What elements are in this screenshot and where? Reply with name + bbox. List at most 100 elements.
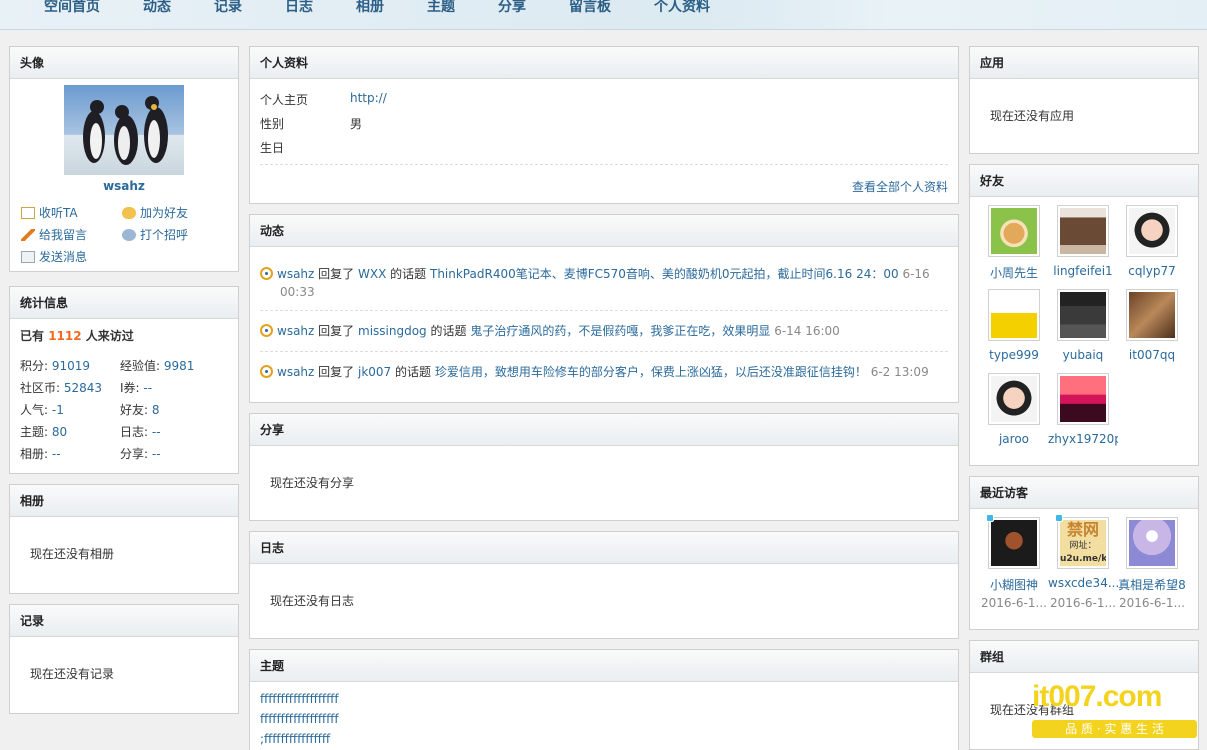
visitor-avatar[interactable] <box>1126 517 1178 569</box>
feed-divider <box>260 351 948 352</box>
friend-name[interactable]: it007qq <box>1117 348 1187 362</box>
ad-title: 禁网 <box>1066 520 1099 539</box>
stat-vouchers: I券: -- <box>120 381 153 395</box>
feed-reply-icon <box>260 267 273 280</box>
leave-message-button[interactable]: 给我留言 <box>21 226 87 243</box>
online-indicator-icon <box>986 514 994 522</box>
thread-link[interactable]: fffffffffffffffffff <box>260 692 339 706</box>
friend-name[interactable]: yubaiq <box>1048 348 1118 362</box>
feed-target-link[interactable]: WXX <box>358 267 386 281</box>
feed-target-link[interactable]: missingdog <box>358 324 427 338</box>
album-box: 相册 现在还没有相册 <box>9 484 239 594</box>
send-message-button[interactable]: 发送消息 <box>21 248 87 265</box>
visitor-name[interactable]: 小糊图神 <box>979 576 1049 593</box>
blog-box-title: 日志 <box>250 532 958 564</box>
feed-box-title: 动态 <box>250 215 958 247</box>
greet-label: 打个招呼 <box>140 228 189 242</box>
visit-count-line: 已有 1112 人来访过 <box>20 327 134 344</box>
visitor-date: 2016-6-1... <box>981 596 1047 610</box>
visitor-name[interactable]: wsxcde34... <box>1048 576 1118 590</box>
visitor-avatar[interactable] <box>988 517 1040 569</box>
profile-birthday-label: 生日 <box>260 141 285 155</box>
profile-box-title: 个人资料 <box>250 47 958 79</box>
feed-user-link[interactable]: wsahz <box>277 365 314 379</box>
stat-experience: 经验值: 9981 <box>120 359 195 373</box>
friend-avatar[interactable] <box>988 373 1040 425</box>
watermark-slogan: 品 质 · 实 惠 生 活 <box>1032 720 1197 738</box>
stat-popularity: 人气: -1 <box>20 403 64 417</box>
feed-user-link[interactable]: wsahz <box>277 324 314 338</box>
watermark-text: it007.com <box>1032 680 1162 713</box>
feed-item: wsahz 回复了 missingdog 的话题 鬼子治疗通风的药，不是假药嘎，… <box>260 322 950 339</box>
avatar[interactable] <box>64 85 184 175</box>
nav-album[interactable]: 相册 <box>356 0 384 16</box>
friend-avatar[interactable] <box>988 289 1040 341</box>
feed-topic-link[interactable]: 鬼子治疗通风的药，不是假药嘎，我爹正在吃，效果明显 <box>470 324 770 338</box>
visitor-avatar[interactable]: 禁网 网址： u2u.me/k <box>1057 517 1109 569</box>
album-box-title: 相册 <box>10 485 238 517</box>
add-friend-label: 加为好友 <box>140 206 189 220</box>
friend-avatar[interactable] <box>1126 289 1178 341</box>
visits-prefix: 已有 <box>20 329 45 343</box>
visitors-box: 最近访客 小糊图神 2016-6-1... 禁网 网址： u2u.me/k ws… <box>969 476 1199 630</box>
handshake-icon <box>122 207 136 219</box>
leave-message-label: 给我留言 <box>39 228 88 242</box>
stats-box: 统计信息 已有 1112 人来访过 积分: 91019 经验值: 9981 社区… <box>9 286 239 474</box>
feed-item: wsahz 回复了 jk007 的话题 珍爱信用，致想用车险修车的部分客户，保费… <box>260 363 950 380</box>
nav-thread[interactable]: 主题 <box>427 0 455 16</box>
friend-name[interactable]: jaroo <box>979 432 1049 446</box>
visitor-name[interactable]: 真相是希望8 <box>1117 576 1187 593</box>
thread-link[interactable]: fffffffffffffffffff <box>260 712 339 726</box>
friend-name[interactable]: lingfeifei1 <box>1048 264 1118 278</box>
friend-avatar[interactable] <box>988 205 1040 257</box>
send-message-label: 发送消息 <box>39 250 88 264</box>
apps-box-title: 应用 <box>970 47 1198 79</box>
visits-count: 1112 <box>48 329 82 343</box>
greet-button[interactable]: 打个招呼 <box>122 226 188 243</box>
visits-suffix: 人来访过 <box>85 329 134 343</box>
nav-guestbook[interactable]: 留言板 <box>569 0 611 16</box>
feed-divider <box>260 310 948 311</box>
username[interactable]: wsahz <box>10 179 238 193</box>
feed-topic-link[interactable]: ThinkPadR400笔记本、麦博FC570音响、美的酸奶机0元起拍，截止时间… <box>430 267 899 281</box>
friend-avatar[interactable] <box>1126 205 1178 257</box>
avatar-box: 头像 wsahz 收听TA 加为好友 给我留言 打个招呼 发送消息 <box>9 46 239 272</box>
top-navigation: 空间首页 动态 记录 日志 相册 主题 分享 留言板 个人资料 <box>0 0 1207 30</box>
feed-target-link[interactable]: jk007 <box>358 365 391 379</box>
view-full-profile-link[interactable]: 查看全部个人资料 <box>852 178 948 195</box>
nav-space-home[interactable]: 空间首页 <box>44 0 100 16</box>
stat-albums: 相册: -- <box>20 447 61 461</box>
friend-avatar[interactable] <box>1057 373 1109 425</box>
friend-name[interactable]: type999 <box>979 348 1049 362</box>
friend-name[interactable]: zhyx19720p <box>1048 432 1118 446</box>
share-empty-text: 现在还没有分享 <box>270 476 355 490</box>
feed-user-link[interactable]: wsahz <box>277 267 314 281</box>
feed-box: 动态 wsahz 回复了 WXX 的话题 ThinkPadR400笔记本、麦博F… <box>249 214 959 403</box>
friend-name[interactable]: cqlyp77 <box>1117 264 1187 278</box>
apps-box: 应用 现在还没有应用 <box>969 46 1199 154</box>
add-friend-button[interactable]: 加为好友 <box>122 204 188 221</box>
feed-reply-icon <box>260 324 273 337</box>
feed-time: 6-14 16:00 <box>774 324 840 338</box>
friend-avatar[interactable] <box>1057 289 1109 341</box>
friend-name[interactable]: 小周先生 <box>979 264 1049 281</box>
stat-points: 积分: 91019 <box>20 359 91 373</box>
stat-coins: 社区币: 52843 <box>20 381 103 395</box>
profile-homepage-label: 个人主页 <box>260 93 309 107</box>
nav-profile[interactable]: 个人资料 <box>654 0 710 16</box>
nav-share[interactable]: 分享 <box>498 0 526 16</box>
nav-blog[interactable]: 日志 <box>285 0 313 16</box>
nav-record[interactable]: 记录 <box>214 0 242 16</box>
profile-homepage-link[interactable]: http:// <box>350 91 387 105</box>
follow-button[interactable]: 收听TA <box>21 204 78 221</box>
friend-avatar[interactable] <box>1057 205 1109 257</box>
nav-feed[interactable]: 动态 <box>143 0 171 16</box>
envelope-icon <box>21 251 35 263</box>
header-cloud-decoration <box>687 0 1207 29</box>
album-empty-text: 现在还没有相册 <box>30 547 115 561</box>
apps-empty-text: 现在还没有应用 <box>990 109 1075 123</box>
thread-link[interactable]: ;ffffffffffffffff <box>260 732 330 746</box>
site-watermark-logo: it007.com 品 质 · 实 惠 生 活 <box>1032 680 1202 742</box>
feed-topic-link[interactable]: 珍爱信用，致想用车险修车的部分客户，保费上涨凶猛，以后还没准跟征信挂钩！ <box>435 365 867 379</box>
share-box-title: 分享 <box>250 414 958 446</box>
